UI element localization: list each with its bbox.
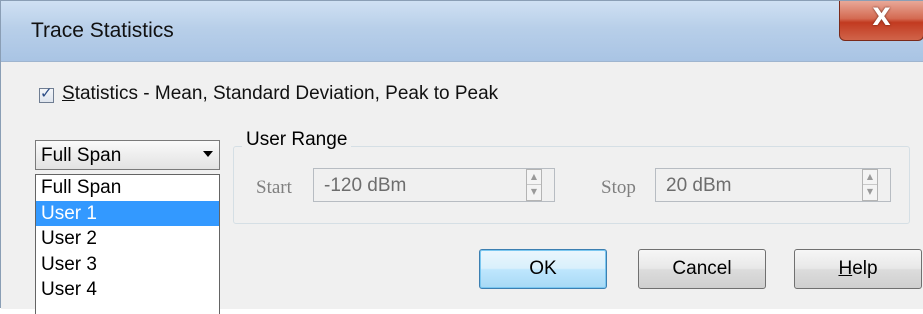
stop-value: 20 dBm	[666, 175, 732, 196]
start-field[interactable]: -120 dBm ▲ ▼	[313, 168, 555, 202]
range-select-value: Full Span	[41, 145, 122, 166]
start-spinner[interactable]: ▲ ▼	[526, 169, 542, 201]
statistics-label-text: tatistics - Mean, Standard Deviation, Pe…	[74, 83, 499, 104]
stop-field[interactable]: 20 dBm ▲ ▼	[655, 168, 891, 202]
list-item-user-4[interactable]: User 4	[36, 277, 219, 303]
statistics-label[interactable]: Statistics - Mean, Standard Deviation, P…	[62, 83, 498, 105]
ok-button[interactable]: OK	[479, 249, 607, 289]
close-button[interactable]: X	[839, 1, 923, 41]
statistics-checkbox[interactable]: ✓	[39, 84, 54, 103]
chevron-down-icon	[203, 151, 213, 157]
help-label-rest: elp	[852, 258, 878, 279]
start-value: -120 dBm	[324, 175, 407, 196]
trace-statistics-dialog: Trace Statistics X ✓ Statistics - Mean, …	[0, 0, 923, 314]
range-select[interactable]: Full Span	[35, 140, 220, 170]
list-item-user-2[interactable]: User 2	[36, 226, 219, 252]
help-accesskey: H	[838, 258, 853, 279]
spin-down-icon[interactable]: ▼	[863, 185, 877, 200]
stop-spinner[interactable]: ▲ ▼	[862, 169, 878, 201]
cancel-button[interactable]: Cancel	[638, 249, 766, 289]
dialog-content: ✓ Statistics - Mean, Standard Deviation,…	[1, 62, 923, 314]
spin-up-icon[interactable]: ▲	[527, 170, 541, 185]
stop-label: Stop	[601, 177, 636, 198]
window-title: Trace Statistics	[31, 19, 174, 42]
list-item-user-1[interactable]: User 1	[36, 200, 219, 226]
statistics-label-accesskey: S	[62, 83, 75, 104]
spin-down-icon[interactable]: ▼	[527, 185, 541, 200]
close-icon: X	[872, 3, 891, 31]
start-label: Start	[256, 177, 292, 198]
help-button[interactable]: Help	[794, 249, 922, 289]
user-range-label: User Range	[242, 129, 352, 151]
list-item-full-span[interactable]: Full Span	[36, 175, 219, 201]
title-bar: Trace Statistics X	[1, 1, 923, 62]
range-dropdown-list: Full Span User 1 User 2 User 3 User 4	[35, 174, 220, 314]
check-icon: ✓	[40, 84, 53, 102]
spin-up-icon[interactable]: ▲	[863, 170, 877, 185]
list-item-user-3[interactable]: User 3	[36, 252, 219, 278]
